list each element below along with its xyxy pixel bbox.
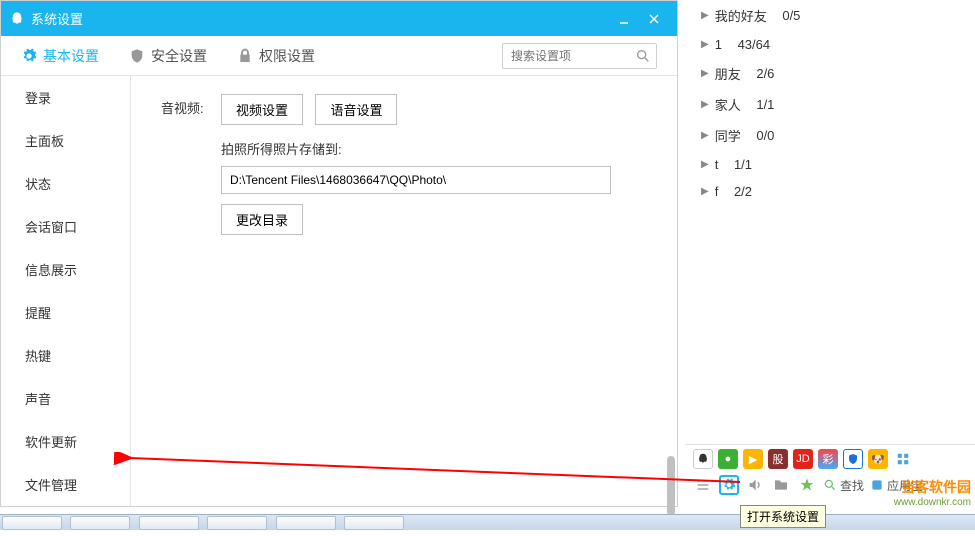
pet-icon[interactable]: 🐶 [868,449,888,469]
chevron-right-icon: ▶ [701,99,709,110]
security-icon[interactable] [843,449,863,469]
taskbar-item[interactable] [207,516,267,530]
taskbar-item[interactable] [139,516,199,530]
apps-grid-icon[interactable] [893,449,913,469]
sidebar-item-session[interactable]: 会话窗口 [1,205,130,248]
tabbar: 基本设置 安全设置 权限设置 [1,36,677,76]
photo-save-label: 拍照所得照片存储到: [221,139,647,158]
jd-icon[interactable]: JD [793,449,813,469]
sidebar-item-filemgr[interactable]: 文件管理 [1,463,130,506]
group-count: 0/0 [756,128,774,143]
tray-row-apps: ● ▶ 股 JD 彩 🐶 [685,445,975,473]
qq-icon[interactable] [693,449,713,469]
settings-window: 系统设置 基本设置 安全设置 权限设置 登录 主面板 状态 会话窗口 信息展示 … [0,0,678,507]
chevron-right-icon: ▶ [701,39,709,50]
group-name: 我的好友 [715,6,767,25]
search-wrap [502,43,657,69]
menu-icon[interactable] [693,475,713,495]
sidebar-item-status[interactable]: 状态 [1,162,130,205]
voice-settings-button[interactable]: 语音设置 [315,94,397,125]
group-count: 0/5 [782,8,800,23]
sidebar-item-update[interactable]: 软件更新 [1,420,130,463]
minimize-button[interactable] [609,4,639,34]
sidebar-item-sound[interactable]: 声音 [1,377,130,420]
content-panel: 音视频: 视频设置 语音设置 拍照所得照片存储到: 更改目录 [131,76,677,506]
chevron-right-icon: ▶ [701,10,709,21]
group-count: 2/6 [756,66,774,81]
watermark-url: www.downkr.com [894,497,971,508]
chevron-right-icon: ▶ [701,68,709,79]
tab-basic[interactable]: 基本设置 [21,46,99,66]
sidebar: 登录 主面板 状态 会话窗口 信息展示 提醒 热键 声音 软件更新 文件管理 音… [1,76,131,506]
sound-icon[interactable] [745,475,765,495]
sidebar-item-login[interactable]: 登录 [1,76,130,119]
sidebar-item-mainpanel[interactable]: 主面板 [1,119,130,162]
group-name: 家人 [715,95,741,114]
contact-group[interactable]: ▶ t 1/1 [685,151,975,178]
av-section-label: 音视频: [161,94,221,117]
group-name: t [715,157,719,172]
sidebar-item-remind[interactable]: 提醒 [1,291,130,334]
group-name: f [715,184,719,199]
settings-body: 登录 主面板 状态 会话窗口 信息展示 提醒 热键 声音 软件更新 文件管理 音… [1,76,677,506]
lottery-icon[interactable]: 彩 [818,449,838,469]
chevron-right-icon: ▶ [701,159,709,170]
wechat-icon[interactable]: ● [718,449,738,469]
contact-group[interactable]: ▶ 同学 0/0 [685,120,975,151]
group-count: 43/64 [738,37,771,52]
watermark-name: 当客软件园 [894,477,971,497]
qq-penguin-icon [9,11,25,27]
tab-basic-label: 基本设置 [43,46,99,66]
sidebar-item-info[interactable]: 信息展示 [1,248,130,291]
contacts-panel: ▶ 我的好友 0/5 ▶ 1 43/64 ▶ 朋友 2/6 ▶ 家人 1/1 ▶ 同学 0… [685,0,975,444]
gear-icon [21,48,37,64]
window-title: 系统设置 [31,9,609,28]
video-icon[interactable]: ▶ [743,449,763,469]
group-count: 2/2 [734,184,752,199]
tab-security-label: 安全设置 [151,46,207,66]
appstore-icon [870,478,884,492]
taskbar-item[interactable] [276,516,336,530]
lock-icon [237,48,253,64]
settings-gear-icon[interactable] [719,475,739,495]
group-name: 朋友 [715,64,741,83]
shield-icon [129,48,145,64]
search-button[interactable]: 查找 [823,477,864,494]
contact-group[interactable]: ▶ f 2/2 [685,178,975,205]
sidebar-item-hotkey[interactable]: 热键 [1,334,130,377]
contact-group[interactable]: ▶ 朋友 2/6 [685,58,975,89]
titlebar: 系统设置 [1,1,677,36]
tooltip: 打开系统设置 [740,505,826,528]
tab-security[interactable]: 安全设置 [129,46,207,66]
photo-path-input[interactable] [221,166,611,194]
search-icon [823,478,837,492]
search-icon [635,48,651,64]
chevron-right-icon: ▶ [701,130,709,141]
change-dir-button[interactable]: 更改目录 [221,204,303,235]
folder-icon[interactable] [771,475,791,495]
tab-permission[interactable]: 权限设置 [237,46,315,66]
contact-group[interactable]: ▶ 家人 1/1 [685,89,975,120]
tab-permission-label: 权限设置 [259,46,315,66]
close-button[interactable] [639,4,669,34]
taskbar-item[interactable] [2,516,62,530]
taskbar-item[interactable] [344,516,404,530]
group-count: 1/1 [756,97,774,112]
star-icon[interactable] [797,475,817,495]
contact-group[interactable]: ▶ 1 43/64 [685,31,975,58]
scrollbar-thumb[interactable] [667,456,675,516]
chevron-right-icon: ▶ [701,186,709,197]
group-count: 1/1 [734,157,752,172]
stock-icon[interactable]: 股 [768,449,788,469]
watermark: 当客软件园 www.downkr.com [894,477,971,508]
contact-group[interactable]: ▶ 我的好友 0/5 [685,0,975,31]
os-taskbar [0,514,975,530]
video-settings-button[interactable]: 视频设置 [221,94,303,125]
search-input[interactable] [502,43,657,69]
taskbar-item[interactable] [70,516,130,530]
group-name: 同学 [715,126,741,145]
group-name: 1 [715,37,722,52]
